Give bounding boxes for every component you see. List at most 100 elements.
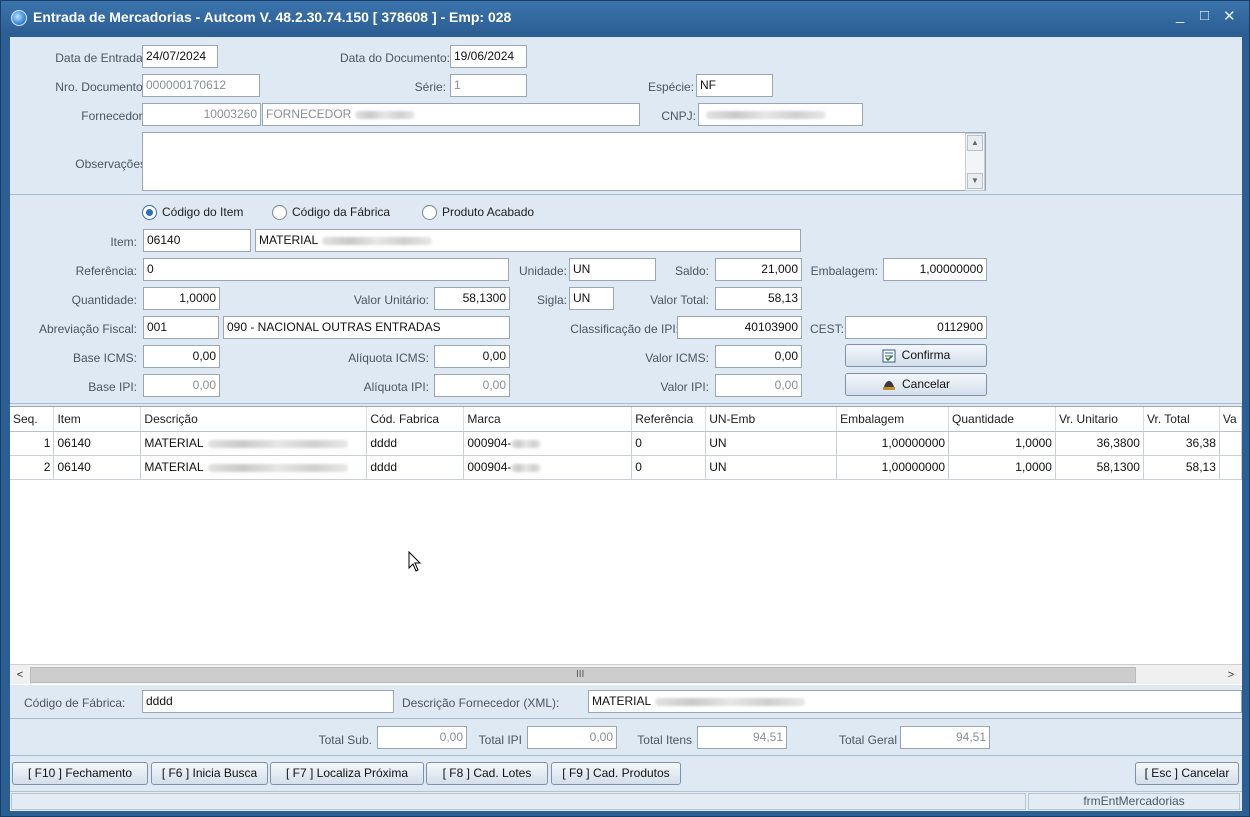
data-entrada-field[interactable]: 24/07/2024 [142, 45, 218, 68]
total-ipi-field[interactable]: 0,00 [527, 726, 617, 749]
valor-icms-field[interactable]: 0,00 [715, 345, 802, 368]
confirma-button[interactable]: Confirma [845, 344, 987, 367]
cell-seq: 1 [10, 431, 55, 456]
referencia-field[interactable]: 0 [143, 258, 509, 281]
cad-produtos-button[interactable]: [ F9 ] Cad. Produtos [551, 762, 681, 785]
especie-field[interactable]: NF [696, 74, 773, 97]
scroll-up-icon[interactable]: ▲ [967, 135, 983, 151]
column-header[interactable]: UN-Emb [705, 407, 838, 432]
nro-documento-label: Nro. Documento: [55, 80, 146, 94]
total-itens-label: Total Itens [637, 733, 692, 747]
maximize-button[interactable]: □ [1200, 7, 1209, 24]
radio-codigo-item[interactable]: Código do Item [142, 205, 243, 223]
quantidade-field[interactable]: 1,0000 [143, 287, 220, 310]
app-logo-icon [11, 10, 27, 26]
column-header[interactable]: Vr. Total [1143, 407, 1220, 432]
valor-total-field[interactable]: 58,13 [715, 287, 802, 310]
column-header[interactable]: Va [1219, 407, 1243, 432]
embalagem-field[interactable]: 1,00000000 [883, 258, 987, 281]
scroll-thumb[interactable]: III [30, 667, 1136, 683]
aliquota-ipi-field[interactable]: 0,00 [434, 374, 510, 397]
item-label: Item: [110, 235, 137, 249]
title-bar[interactable]: Entrada de Mercadorias - Autcom V. 48.2.… [1, 1, 1249, 33]
items-grid[interactable]: Seq. Item Descrição Cód. Fabrica Marca R… [10, 406, 1243, 686]
column-header[interactable]: Referência [631, 407, 707, 432]
column-header[interactable]: Quantidade [948, 407, 1056, 432]
item-descricao-field[interactable]: MATERIAL [255, 229, 801, 252]
column-header[interactable]: Descrição [140, 407, 368, 432]
valor-unitario-field[interactable]: 58,1300 [434, 287, 510, 310]
scroll-left-icon[interactable]: < [12, 667, 28, 683]
items-table: Seq. Item Descrição Cód. Fabrica Marca R… [10, 407, 1243, 480]
total-sub-field[interactable]: 0,00 [377, 726, 467, 749]
cell-embalagem: 1,00000000 [836, 455, 950, 480]
classificacao-ipi-field[interactable]: 40103900 [677, 316, 802, 339]
main-window: Entrada de Mercadorias - Autcom V. 48.2.… [0, 0, 1250, 817]
codigo-fabrica-label: Código de Fábrica: [24, 696, 126, 710]
serie-field[interactable]: 1 [450, 74, 527, 97]
cell-marca-text: 000904- [467, 460, 512, 474]
data-documento-field[interactable]: 19/06/2024 [450, 45, 527, 68]
unidade-field[interactable]: UN [569, 258, 656, 281]
cad-lotes-button[interactable]: [ F8 ] Cad. Lotes [426, 762, 548, 785]
observacoes-label: Observações [75, 157, 146, 171]
saldo-field[interactable]: 21,000 [715, 258, 802, 281]
base-icms-label: Base ICMS: [72, 351, 137, 365]
radio-codigo-fabrica[interactable]: Código da Fábrica [272, 205, 390, 223]
cell-seq: 2 [10, 455, 55, 480]
abreviacao-fiscal-field[interactable]: 001 [143, 316, 219, 339]
aliquota-icms-label: Alíquota ICMS: [348, 351, 429, 365]
valor-total-label: Valor Total: [650, 293, 709, 307]
fechamento-button[interactable]: [ F10 ] Fechamento [12, 762, 148, 785]
valor-ipi-label: Valor IPI: [660, 380, 709, 394]
codigo-fabrica-field[interactable]: dddd [142, 690, 394, 713]
total-itens-field[interactable]: 94,51 [697, 726, 787, 749]
xml-info-panel: Código de Fábrica: dddd Descrição Fornec… [10, 685, 1242, 719]
table-row[interactable]: 1 06140 MATERIAL dddd 000904- 0 UN 1,000… [10, 431, 1243, 456]
observacoes-textarea[interactable] [142, 132, 986, 191]
redacted-text [706, 110, 826, 119]
localiza-proxima-button[interactable]: [ F7 ] Localiza Próxima [270, 762, 424, 785]
base-icms-field[interactable]: 0,00 [143, 345, 220, 368]
cell-descricao: MATERIAL [140, 431, 368, 456]
column-header[interactable]: Seq. [10, 407, 55, 432]
table-row[interactable]: 2 06140 MATERIAL dddd 000904- 0 UN 1,000… [10, 455, 1243, 480]
status-pane-main [11, 793, 1026, 810]
valor-ipi-field[interactable]: 0,00 [715, 374, 802, 397]
nro-documento-field[interactable]: 000000170612 [142, 74, 260, 97]
scroll-down-icon[interactable]: ▼ [967, 173, 983, 189]
observacoes-scrollbar[interactable]: ▲ ▼ [965, 133, 985, 191]
radio-produto-acabado[interactable]: Produto Acabado [422, 205, 534, 223]
redacted-text [207, 439, 348, 448]
fornecedor-nome-field[interactable]: FORNECEDOR [262, 103, 640, 126]
total-geral-field[interactable]: 94,51 [900, 726, 990, 749]
cell-vr-unitario: 58,1300 [1055, 455, 1144, 480]
item-codigo-field[interactable]: 06140 [143, 229, 251, 252]
column-header[interactable]: Marca [463, 407, 633, 432]
cancelar-item-button[interactable]: Cancelar [845, 373, 987, 396]
cnpj-field[interactable] [698, 103, 863, 126]
close-button[interactable]: ✕ [1223, 7, 1236, 25]
confirm-icon [882, 349, 896, 363]
cell-referencia: 0 [631, 431, 707, 456]
column-header[interactable]: Item [53, 407, 142, 432]
grid-horizontal-scrollbar[interactable]: < III > [10, 664, 1242, 684]
column-header[interactable]: Vr. Unitario [1055, 407, 1144, 432]
descricao-fornecedor-label: Descrição Fornecedor (XML): [402, 696, 560, 710]
scroll-right-icon[interactable]: > [1223, 667, 1239, 683]
cest-label: CEST: [809, 322, 844, 336]
fornecedor-codigo-field[interactable]: 10003260 [142, 103, 261, 126]
sigla-field[interactable]: UN [569, 287, 614, 310]
column-header[interactable]: Cód. Fabrica [366, 407, 465, 432]
aliquota-icms-field[interactable]: 0,00 [434, 345, 510, 368]
cancelar-button[interactable]: [ Esc ] Cancelar [1135, 762, 1239, 785]
minimize-button[interactable]: _ [1176, 7, 1184, 24]
inicia-busca-button[interactable]: [ F6 ] Inicia Busca [151, 762, 268, 785]
abreviacao-fiscal-desc-field[interactable]: 090 - NACIONAL OUTRAS ENTRADAS [223, 316, 510, 339]
column-header[interactable]: Embalagem [836, 407, 950, 432]
classificacao-ipi-label: Classificação de IPI: [570, 322, 679, 336]
cest-field[interactable]: 0112900 [845, 316, 987, 339]
base-ipi-field[interactable]: 0,00 [143, 374, 220, 397]
descricao-fornecedor-field[interactable]: MATERIAL [588, 690, 1242, 713]
cell-embalagem: 1,00000000 [836, 431, 950, 456]
